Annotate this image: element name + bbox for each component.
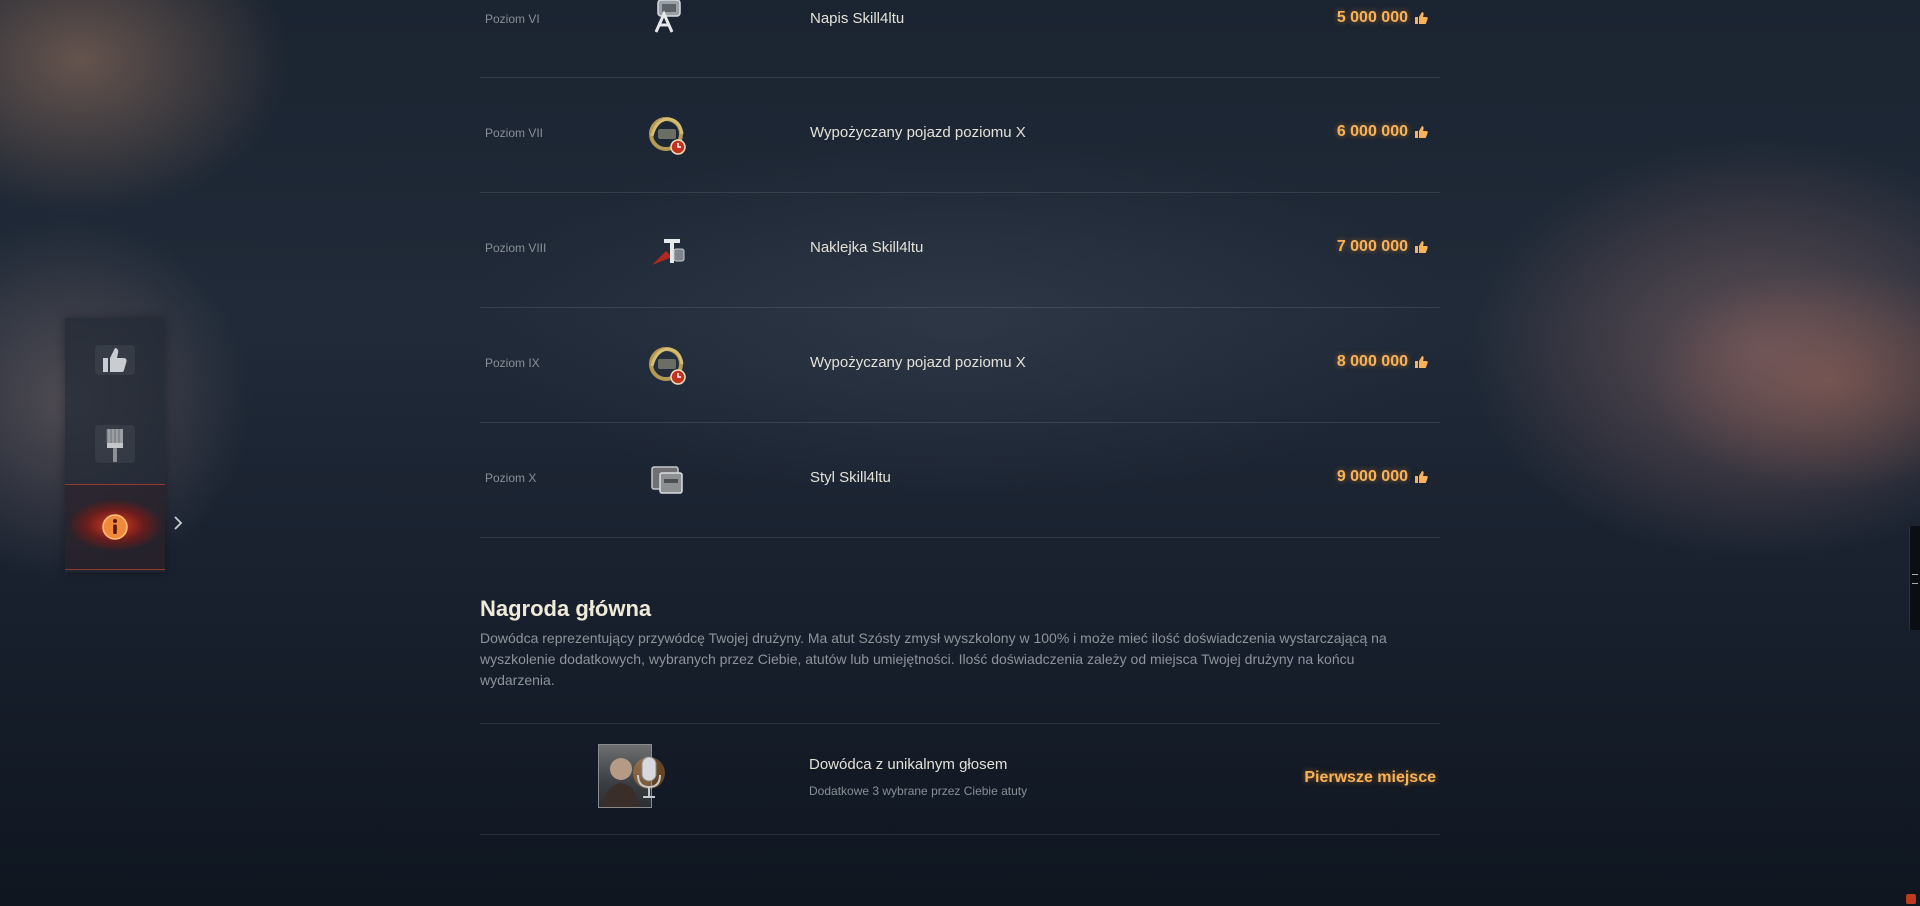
rental-vehicle-icon <box>649 117 686 155</box>
points-value: 8 000 000 <box>1336 353 1408 370</box>
tier-points: 8 000 000 <box>1337 353 1428 371</box>
commander-portrait <box>598 744 665 808</box>
tier-level: Poziom X <box>485 471 537 485</box>
nav-item-rewards[interactable] <box>65 318 165 402</box>
corner-indicator-icon <box>1906 894 1916 904</box>
main-prize-reward-title: Dowódca z unikalnym głosem <box>809 756 1008 773</box>
tier-points: 5 000 000 <box>1337 9 1428 27</box>
tier-reward-name: Wypożyczany pojazd poziomu X <box>810 124 1026 141</box>
thumbs-up-icon <box>95 345 135 375</box>
thumbs-up-icon <box>1415 126 1428 138</box>
tier-points: 7 000 000 <box>1337 238 1428 256</box>
nav-item-customization[interactable] <box>65 402 165 486</box>
thumbs-up-icon <box>1415 471 1428 483</box>
points-value: 5 000 000 <box>1336 9 1408 26</box>
tier-reward-name: Wypożyczany pojazd poziomu X <box>810 354 1026 371</box>
scrollbar-grip[interactable] <box>1912 574 1918 584</box>
thumbs-up-icon <box>1415 356 1428 368</box>
main-prize-description: Dowódca reprezentujący przywódcę Twojej … <box>480 630 1387 688</box>
chevron-right-icon[interactable] <box>172 515 184 531</box>
inscription-icon <box>654 0 681 33</box>
tier-level: Poziom VI <box>485 12 540 26</box>
info-icon <box>102 514 128 540</box>
tier-row-viii: Poziom VIII Naklejka Skill4ltu 7 000 000 <box>480 193 1440 308</box>
tier-row-vii: Poziom VII Wypożyczany pojazd poziomu X … <box>480 78 1440 193</box>
scrollbar[interactable] <box>1909 526 1920 630</box>
main-prize-title: Nagroda główna <box>480 596 652 621</box>
tier-level: Poziom VII <box>485 126 544 140</box>
decal-icon <box>652 239 685 265</box>
style-icon <box>651 466 683 494</box>
main-prize-place: Pierwsze miejsce <box>1304 769 1436 786</box>
microphone-icon <box>633 756 665 798</box>
side-navigation <box>65 318 165 572</box>
tier-row-vi: Poziom VI Napis Skill4ltu 5 000 000 <box>480 0 1440 78</box>
tier-rewards-list: Poziom VI Napis Skill4ltu 5 000 000 Pozi… <box>480 0 1440 538</box>
tier-points: 9 000 000 <box>1337 468 1428 486</box>
main-prize-reward-subtitle: Dodatkowe 3 wybrane przez Ciebie atuty <box>809 784 1028 798</box>
rental-vehicle-icon <box>649 347 686 385</box>
thumbs-up-icon <box>1415 12 1428 24</box>
tier-points: 6 000 000 <box>1337 123 1428 141</box>
main-prize-row: Dowódca z unikalnym głosem Dodatkowe 3 w… <box>480 723 1440 835</box>
main-prize-section: Nagroda główna Dowódca reprezentujący pr… <box>480 596 1440 691</box>
points-value: 6 000 000 <box>1336 123 1408 140</box>
tier-level: Poziom VIII <box>485 241 547 255</box>
brush-icon <box>95 425 135 463</box>
tier-level: Poziom IX <box>485 356 540 370</box>
points-value: 7 000 000 <box>1336 238 1408 255</box>
points-value: 9 000 000 <box>1336 468 1408 485</box>
nav-item-info[interactable] <box>65 484 165 570</box>
tier-reward-name: Styl Skill4ltu <box>810 469 891 486</box>
tier-row-x: Poziom X Styl Skill4ltu 9 000 000 <box>480 423 1440 538</box>
tier-reward-name: Napis Skill4ltu <box>810 10 905 27</box>
tier-reward-name: Naklejka Skill4ltu <box>810 239 924 256</box>
tier-row-ix: Poziom IX Wypożyczany pojazd poziomu X 8… <box>480 308 1440 423</box>
thumbs-up-icon <box>1415 241 1428 253</box>
